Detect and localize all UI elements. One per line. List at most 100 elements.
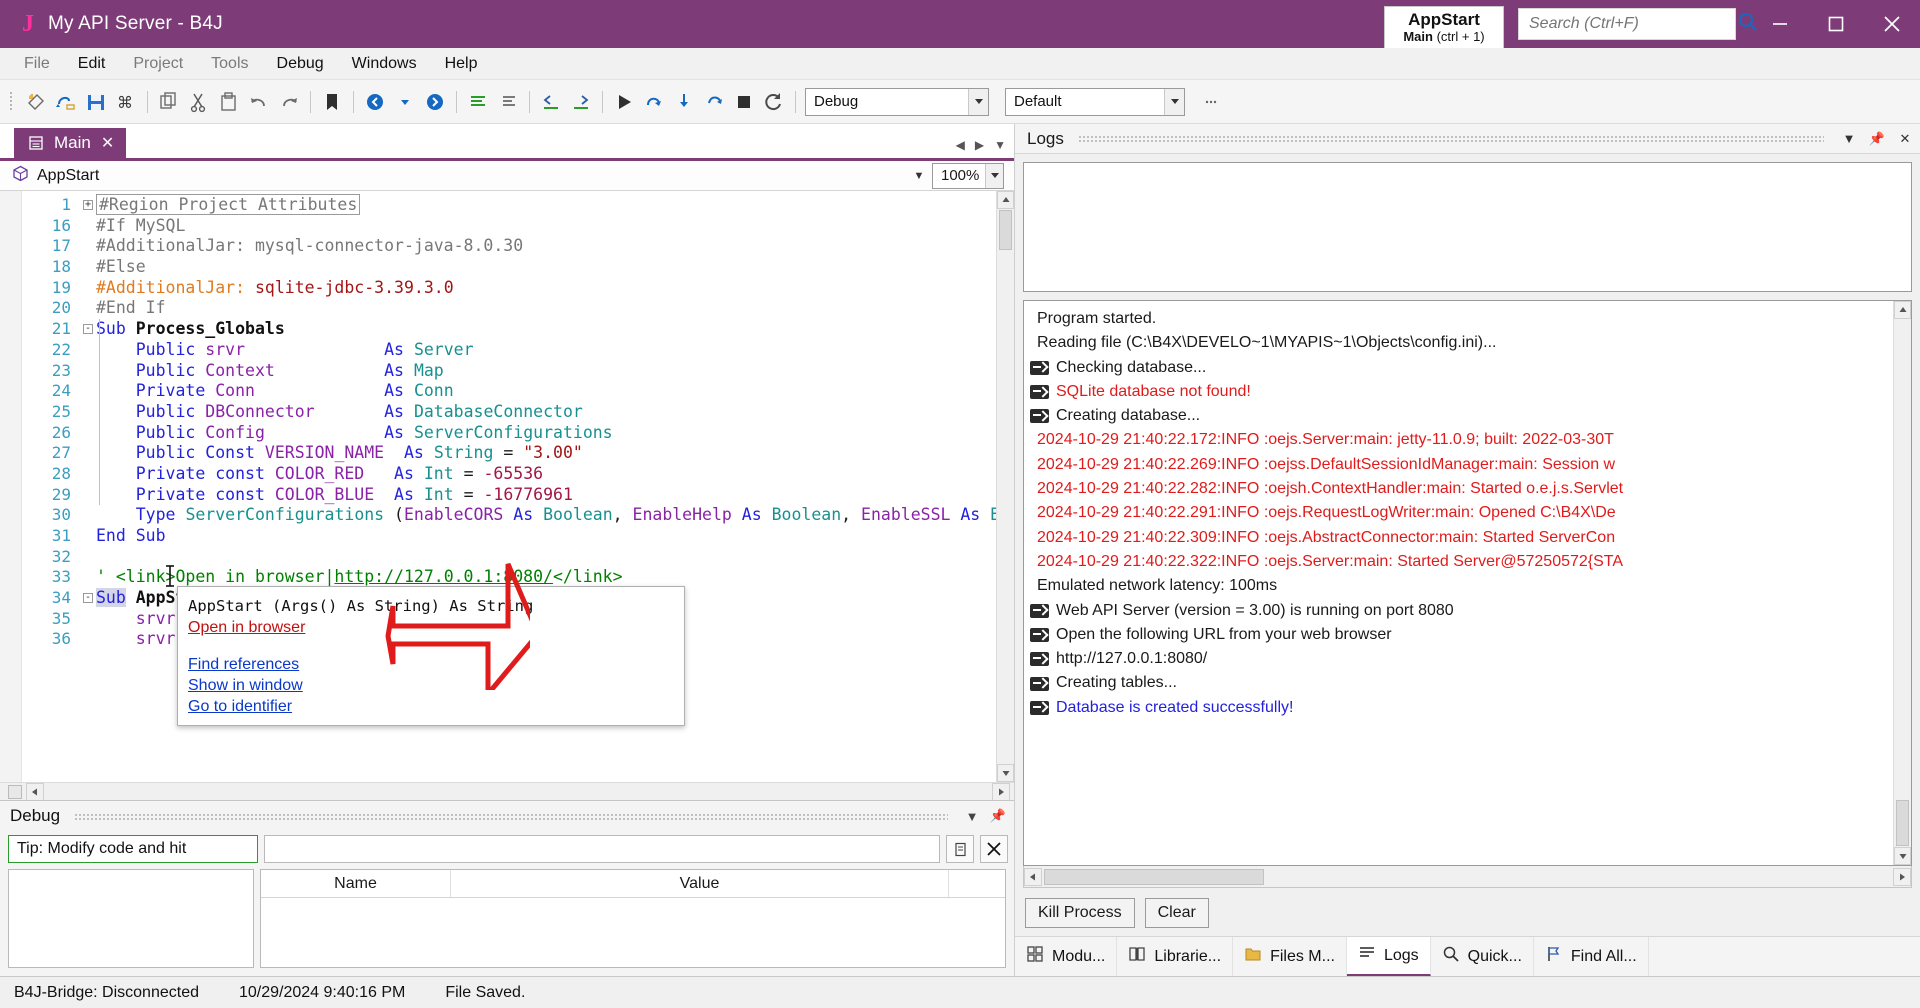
undo-icon[interactable]	[245, 88, 273, 116]
chevron-down-icon[interactable]	[1164, 88, 1184, 115]
tab-close-icon[interactable]: ✕	[101, 133, 114, 153]
popup-go-to-identifier-link[interactable]: Go to identifier	[188, 696, 684, 717]
debug-expression-input[interactable]	[264, 835, 940, 863]
scroll-right-button[interactable]	[1893, 867, 1911, 886]
debug-stack-list[interactable]	[8, 869, 254, 968]
logs-panel-close-icon[interactable]: ✕	[1894, 131, 1916, 147]
restart-icon[interactable]	[760, 88, 788, 116]
code-line[interactable]: 31 End Sub	[22, 526, 996, 547]
toolbar-overflow-icon[interactable]	[1197, 88, 1225, 116]
tab-scroll-left-icon[interactable]: ◀	[956, 138, 965, 152]
scroll-down-button[interactable]	[1894, 847, 1911, 865]
bottom-tab-logs[interactable]: Logs	[1346, 937, 1431, 976]
uncomment-block-icon[interactable]	[494, 88, 522, 116]
menu-help[interactable]: Help	[431, 51, 492, 77]
outdent-icon[interactable]	[537, 88, 565, 116]
bottom-tab-modules[interactable]: Modu...	[1015, 937, 1118, 976]
tab-main[interactable]: Main ✕	[14, 128, 127, 158]
cut-icon[interactable]	[185, 88, 213, 116]
comment-block-icon[interactable]	[464, 88, 492, 116]
popup-open-in-browser-link[interactable]: Open in browser	[188, 617, 684, 638]
back-nav-dropdown-icon[interactable]	[391, 88, 419, 116]
scroll-down-button[interactable]	[997, 764, 1014, 782]
search-box[interactable]	[1518, 8, 1757, 40]
kill-process-button[interactable]: Kill Process	[1025, 898, 1135, 928]
panel-drag-dots[interactable]	[1077, 135, 1824, 142]
code-line[interactable]: 21- Sub Process_Globals	[22, 319, 996, 340]
popup-find-references-link[interactable]: Find references	[188, 654, 684, 675]
code-line[interactable]: 18 #Else	[22, 257, 996, 278]
scroll-left-button[interactable]	[1024, 867, 1042, 886]
toolbar-grip[interactable]	[8, 91, 16, 112]
split-handle[interactable]	[8, 784, 22, 799]
debug-panel-pin-icon[interactable]: 📌	[988, 808, 1008, 824]
code-line[interactable]: 17 #AdditionalJar: mysql-connector-java-8…	[22, 236, 996, 257]
code-line[interactable]: 20 #End If	[22, 298, 996, 319]
logs-scroll-thumb[interactable]	[1896, 800, 1909, 846]
code-line[interactable]: 23 Public Context As Map	[22, 361, 996, 382]
back-nav-icon[interactable]	[361, 88, 389, 116]
paste-icon[interactable]	[215, 88, 243, 116]
code-line[interactable]: 16 #If MySQL	[22, 216, 996, 237]
bottom-tab-quick[interactable]: Quick...	[1431, 937, 1534, 976]
bookmark-icon[interactable]	[318, 88, 346, 116]
identifier-popup[interactable]: AppStart (Args() As String) As String Op…	[177, 586, 685, 726]
menu-tools[interactable]: Tools	[197, 51, 262, 77]
logs-horizontal-scrollbar[interactable]	[1023, 866, 1912, 888]
appstart-bookmark-button[interactable]: AppStart Main (ctrl + 1)	[1384, 6, 1504, 48]
bottom-tab-find-all[interactable]: Find All...	[1534, 937, 1649, 976]
fold-toggle-icon[interactable]: +	[80, 200, 96, 211]
configuration-dropdown[interactable]: Debug	[805, 87, 989, 116]
step-into-icon[interactable]	[670, 88, 698, 116]
editor-gutter[interactable]	[0, 191, 22, 782]
logs-panel-pin-icon[interactable]: 📌	[1866, 131, 1888, 147]
menu-edit[interactable]: Edit	[64, 51, 120, 77]
scroll-right-button[interactable]	[992, 782, 1010, 801]
editor-horizontal-scrollbar[interactable]	[0, 782, 1014, 801]
bottom-tab-files[interactable]: Files M...	[1233, 937, 1347, 976]
code-line[interactable]: 19 #AdditionalJar: sqlite-jdbc-3.39.3.0	[22, 278, 996, 299]
redo-icon[interactable]	[275, 88, 303, 116]
panel-drag-dots[interactable]	[74, 812, 948, 820]
zoom-dropdown[interactable]: 100%	[932, 162, 1004, 189]
chevron-down-icon[interactable]	[968, 88, 988, 115]
debug-variables-table[interactable]: Name Value	[260, 869, 1006, 968]
code-line[interactable]: 24 Private Conn As Conn	[22, 381, 996, 402]
debug-panel-collapse-icon[interactable]: ▼	[962, 809, 982, 824]
search-input[interactable]	[1529, 15, 1737, 33]
fold-toggle-icon[interactable]: -	[80, 593, 96, 604]
logs-panel-collapse-icon[interactable]: ▼	[1838, 131, 1860, 146]
step-over-icon[interactable]	[640, 88, 668, 116]
logs-output[interactable]: Program started. Reading file (C:\B4X\DEV…	[1023, 300, 1912, 866]
logs-hscroll-thumb[interactable]	[1044, 868, 1264, 885]
code-line[interactable]: 27 Public Const VERSION_NAME As String =…	[22, 443, 996, 464]
clear-logs-button[interactable]: Clear	[1144, 898, 1209, 928]
copy-icon[interactable]	[155, 88, 183, 116]
run-icon[interactable]	[610, 88, 638, 116]
scroll-up-button[interactable]	[1894, 301, 1911, 319]
logs-vertical-scrollbar[interactable]	[1893, 301, 1911, 865]
close-button[interactable]	[1864, 0, 1920, 48]
step-out-icon[interactable]	[700, 88, 728, 116]
forward-nav-icon[interactable]	[421, 88, 449, 116]
save-icon[interactable]	[82, 88, 110, 116]
maximize-button[interactable]	[1808, 0, 1864, 48]
tab-list-icon[interactable]: ▼	[994, 138, 1006, 152]
search-replace-icon[interactable]: ⌘	[112, 88, 140, 116]
code-line[interactable]: 28 Private const COLOR_RED As Int = -655…	[22, 464, 996, 485]
menu-windows[interactable]: Windows	[338, 51, 431, 77]
code-line[interactable]: 22 Public srvr As Server	[22, 340, 996, 361]
indent-icon[interactable]	[567, 88, 595, 116]
logs-filter-box[interactable]	[1023, 162, 1912, 292]
code-line[interactable]: 1 + #Region Project Attributes	[22, 194, 996, 216]
code-line[interactable]: 26 Public Config As ServerConfigurations	[22, 423, 996, 444]
new-project-icon[interactable]	[22, 88, 50, 116]
open-project-icon[interactable]	[52, 88, 80, 116]
stop-icon[interactable]	[730, 88, 758, 116]
editor-scroll-thumb[interactable]	[999, 210, 1012, 250]
menu-debug[interactable]: Debug	[263, 51, 338, 77]
code-line[interactable]: 29 Private const COLOR_BLUE As Int = -16…	[22, 485, 996, 506]
tab-scroll-right-icon[interactable]: ▶	[975, 138, 984, 152]
editor-vertical-scrollbar[interactable]	[996, 191, 1014, 782]
scroll-left-button[interactable]	[26, 782, 44, 801]
